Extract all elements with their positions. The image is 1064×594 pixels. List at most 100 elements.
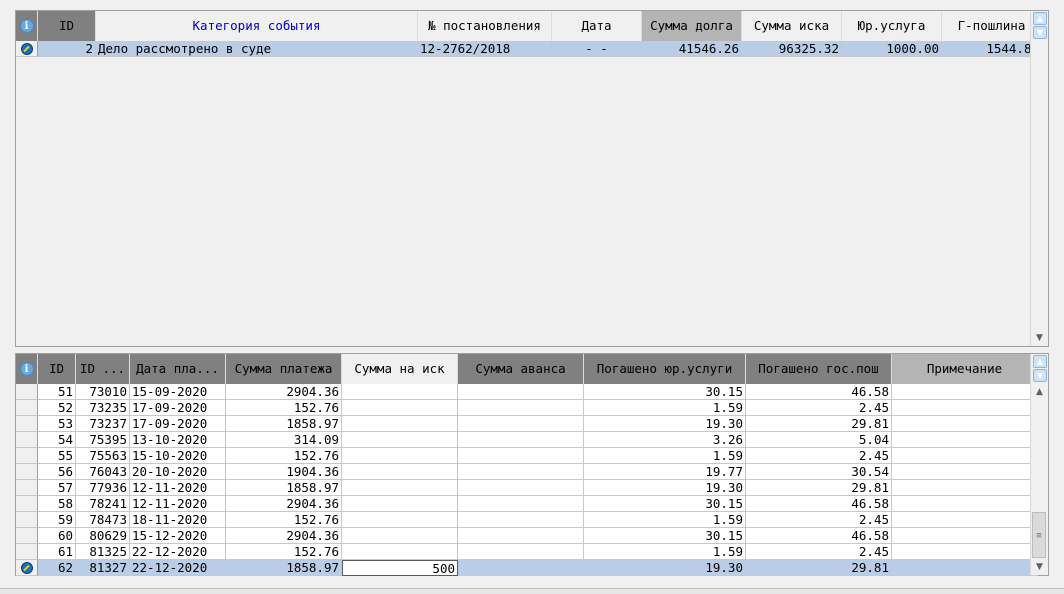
table-row[interactable]: 51 73010 15-09-2020 2904.36 30.15 46.58 — [16, 384, 1038, 400]
payments-grid[interactable]: i ID ID ... Дата пла... Сумма платежа Су… — [15, 353, 1049, 576]
sort-down-icon[interactable]: ▼ — [1033, 26, 1047, 39]
cell-payment-amount[interactable]: 2904.36 — [226, 496, 342, 512]
column-header-claim-amount[interactable]: Сумма на иск — [342, 354, 458, 384]
cell-claim-amount[interactable] — [342, 480, 458, 496]
cell-legal-repaid[interactable]: 19.30 — [584, 416, 746, 432]
cell-n[interactable]: 55 — [38, 448, 76, 464]
cell-n[interactable]: 62 — [38, 560, 76, 576]
cell-n[interactable]: 56 — [38, 464, 76, 480]
column-header-payment-amount[interactable]: Сумма платежа — [226, 354, 342, 384]
cell-advance-amount[interactable] — [458, 384, 584, 400]
cell-legal-repaid[interactable]: 30.15 — [584, 528, 746, 544]
cell-payment-id[interactable]: 75395 — [76, 432, 130, 448]
cell-note[interactable] — [892, 560, 1038, 576]
cell-legal-repaid[interactable]: 1.59 — [584, 512, 746, 528]
sort-up-icon[interactable]: ▲ — [1033, 12, 1047, 25]
cell-payment-amount[interactable]: 314.09 — [226, 432, 342, 448]
column-header-legal-service[interactable]: Юр.услуга — [842, 11, 942, 41]
cell-fee-repaid[interactable]: 30.54 — [746, 464, 892, 480]
cell-payment-date[interactable]: 22-12-2020 — [130, 544, 226, 560]
scroll-down-arrow-icon[interactable]: ▼ — [1031, 559, 1048, 575]
cell-claim-amount[interactable] — [342, 512, 458, 528]
cell-legal-repaid[interactable]: 19.77 — [584, 464, 746, 480]
cell-fee-repaid[interactable]: 46.58 — [746, 528, 892, 544]
sort-down-icon[interactable]: ▼ — [1033, 369, 1047, 382]
scroll-up-arrow-icon[interactable]: ▲ — [1031, 384, 1048, 400]
cell-legal-repaid[interactable]: 19.30 — [584, 560, 746, 576]
cell-payment-date[interactable]: 12-11-2020 — [130, 496, 226, 512]
sort-up-icon[interactable]: ▲ — [1033, 355, 1047, 368]
cell-advance-amount[interactable] — [458, 512, 584, 528]
cell-payment-id[interactable]: 80629 — [76, 528, 130, 544]
cell-payment-date[interactable]: 15-09-2020 — [130, 384, 226, 400]
cell-payment-date[interactable]: 12-11-2020 — [130, 480, 226, 496]
cell-payment-amount[interactable]: 1858.97 — [226, 480, 342, 496]
column-header-date[interactable]: Дата — [552, 11, 642, 41]
cell-n[interactable]: 60 — [38, 528, 76, 544]
cell-payment-amount[interactable]: 2904.36 — [226, 384, 342, 400]
cell-claim-amount[interactable] — [342, 464, 458, 480]
table-row[interactable]: 54 75395 13-10-2020 314.09 3.26 5.04 — [16, 432, 1038, 448]
column-header-fee-repaid[interactable]: Погашено гос.пош — [746, 354, 892, 384]
cell-note[interactable] — [892, 384, 1038, 400]
column-header-payment-date[interactable]: Дата пла... — [130, 354, 226, 384]
cell-n[interactable]: 51 — [38, 384, 76, 400]
events-vertical-scrollbar[interactable]: ▲ ▼ ▼ — [1030, 11, 1048, 346]
column-header-legal-repaid[interactable]: Погашено юр.услуги — [584, 354, 746, 384]
cell-payment-date[interactable]: 18-11-2020 — [130, 512, 226, 528]
cell-fee-repaid[interactable]: 2.45 — [746, 512, 892, 528]
cell-n[interactable]: 58 — [38, 496, 76, 512]
cell-note[interactable] — [892, 496, 1038, 512]
cell-fee-repaid[interactable]: 29.81 — [746, 560, 892, 576]
cell-payment-date[interactable]: 15-10-2020 — [130, 448, 226, 464]
events-grid[interactable]: i ID Категория события № постановления Д… — [15, 10, 1049, 347]
cell-advance-amount[interactable] — [458, 496, 584, 512]
cell-decree-number[interactable]: 12-2762/2018 — [418, 41, 552, 57]
cell-claim-amount[interactable] — [342, 448, 458, 464]
cell-note[interactable] — [892, 464, 1038, 480]
cell-legal-repaid[interactable]: 1.59 — [584, 448, 746, 464]
cell-claim-amount[interactable] — [342, 432, 458, 448]
cell-n[interactable]: 54 — [38, 432, 76, 448]
cell-note[interactable] — [892, 528, 1038, 544]
column-header-state-fee[interactable]: Г-пошлина — [942, 11, 1042, 41]
cell-fee-repaid[interactable]: 2.45 — [746, 544, 892, 560]
payments-vertical-scrollbar[interactable]: ▲ ▼ ▲ ≡ ▼ — [1030, 354, 1048, 575]
cell-advance-amount[interactable] — [458, 560, 584, 576]
table-row[interactable]: 53 73237 17-09-2020 1858.97 19.30 29.81 — [16, 416, 1038, 432]
cell-advance-amount[interactable] — [458, 448, 584, 464]
cell-claim-amount[interactable] — [342, 416, 458, 432]
cell-note[interactable] — [892, 448, 1038, 464]
cell-payment-id[interactable]: 73010 — [76, 384, 130, 400]
cell-legal-repaid[interactable]: 3.26 — [584, 432, 746, 448]
cell-id[interactable]: 2 — [38, 41, 96, 57]
column-header-payment-id[interactable]: ID ... — [76, 354, 130, 384]
table-row[interactable]: 61 81325 22-12-2020 152.76 1.59 2.45 — [16, 544, 1038, 560]
cell-note[interactable] — [892, 512, 1038, 528]
cell-payment-amount[interactable]: 152.76 — [226, 400, 342, 416]
cell-payment-date[interactable]: 15-12-2020 — [130, 528, 226, 544]
cell-claim-amount[interactable] — [342, 544, 458, 560]
cell-note[interactable] — [892, 480, 1038, 496]
column-header-id[interactable]: ID — [38, 11, 96, 41]
cell-n[interactable]: 59 — [38, 512, 76, 528]
table-row[interactable]: 62 81327 22-12-2020 1858.97 500 19.30 29.81 — [16, 560, 1038, 576]
claim-amount-edit-input[interactable]: 500 — [342, 560, 458, 576]
cell-claim-amount[interactable] — [342, 400, 458, 416]
cell-payment-amount[interactable]: 2904.36 — [226, 528, 342, 544]
cell-n[interactable]: 52 — [38, 400, 76, 416]
column-header-debt-amount[interactable]: Сумма долга — [642, 11, 742, 41]
column-header-n[interactable]: ID — [38, 354, 76, 384]
cell-legal-repaid[interactable]: 30.15 — [584, 384, 746, 400]
cell-advance-amount[interactable] — [458, 528, 584, 544]
cell-payment-id[interactable]: 78241 — [76, 496, 130, 512]
cell-legal-repaid[interactable]: 19.30 — [584, 480, 746, 496]
cell-advance-amount[interactable] — [458, 416, 584, 432]
column-header-note[interactable]: Примечание — [892, 354, 1038, 384]
cell-advance-amount[interactable] — [458, 432, 584, 448]
cell-payment-id[interactable]: 75563 — [76, 448, 130, 464]
events-info-button[interactable]: i — [16, 11, 38, 41]
column-header-category[interactable]: Категория события — [96, 11, 418, 41]
cell-n[interactable]: 61 — [38, 544, 76, 560]
cell-claim-amount[interactable]: 96325.32 — [742, 41, 842, 57]
